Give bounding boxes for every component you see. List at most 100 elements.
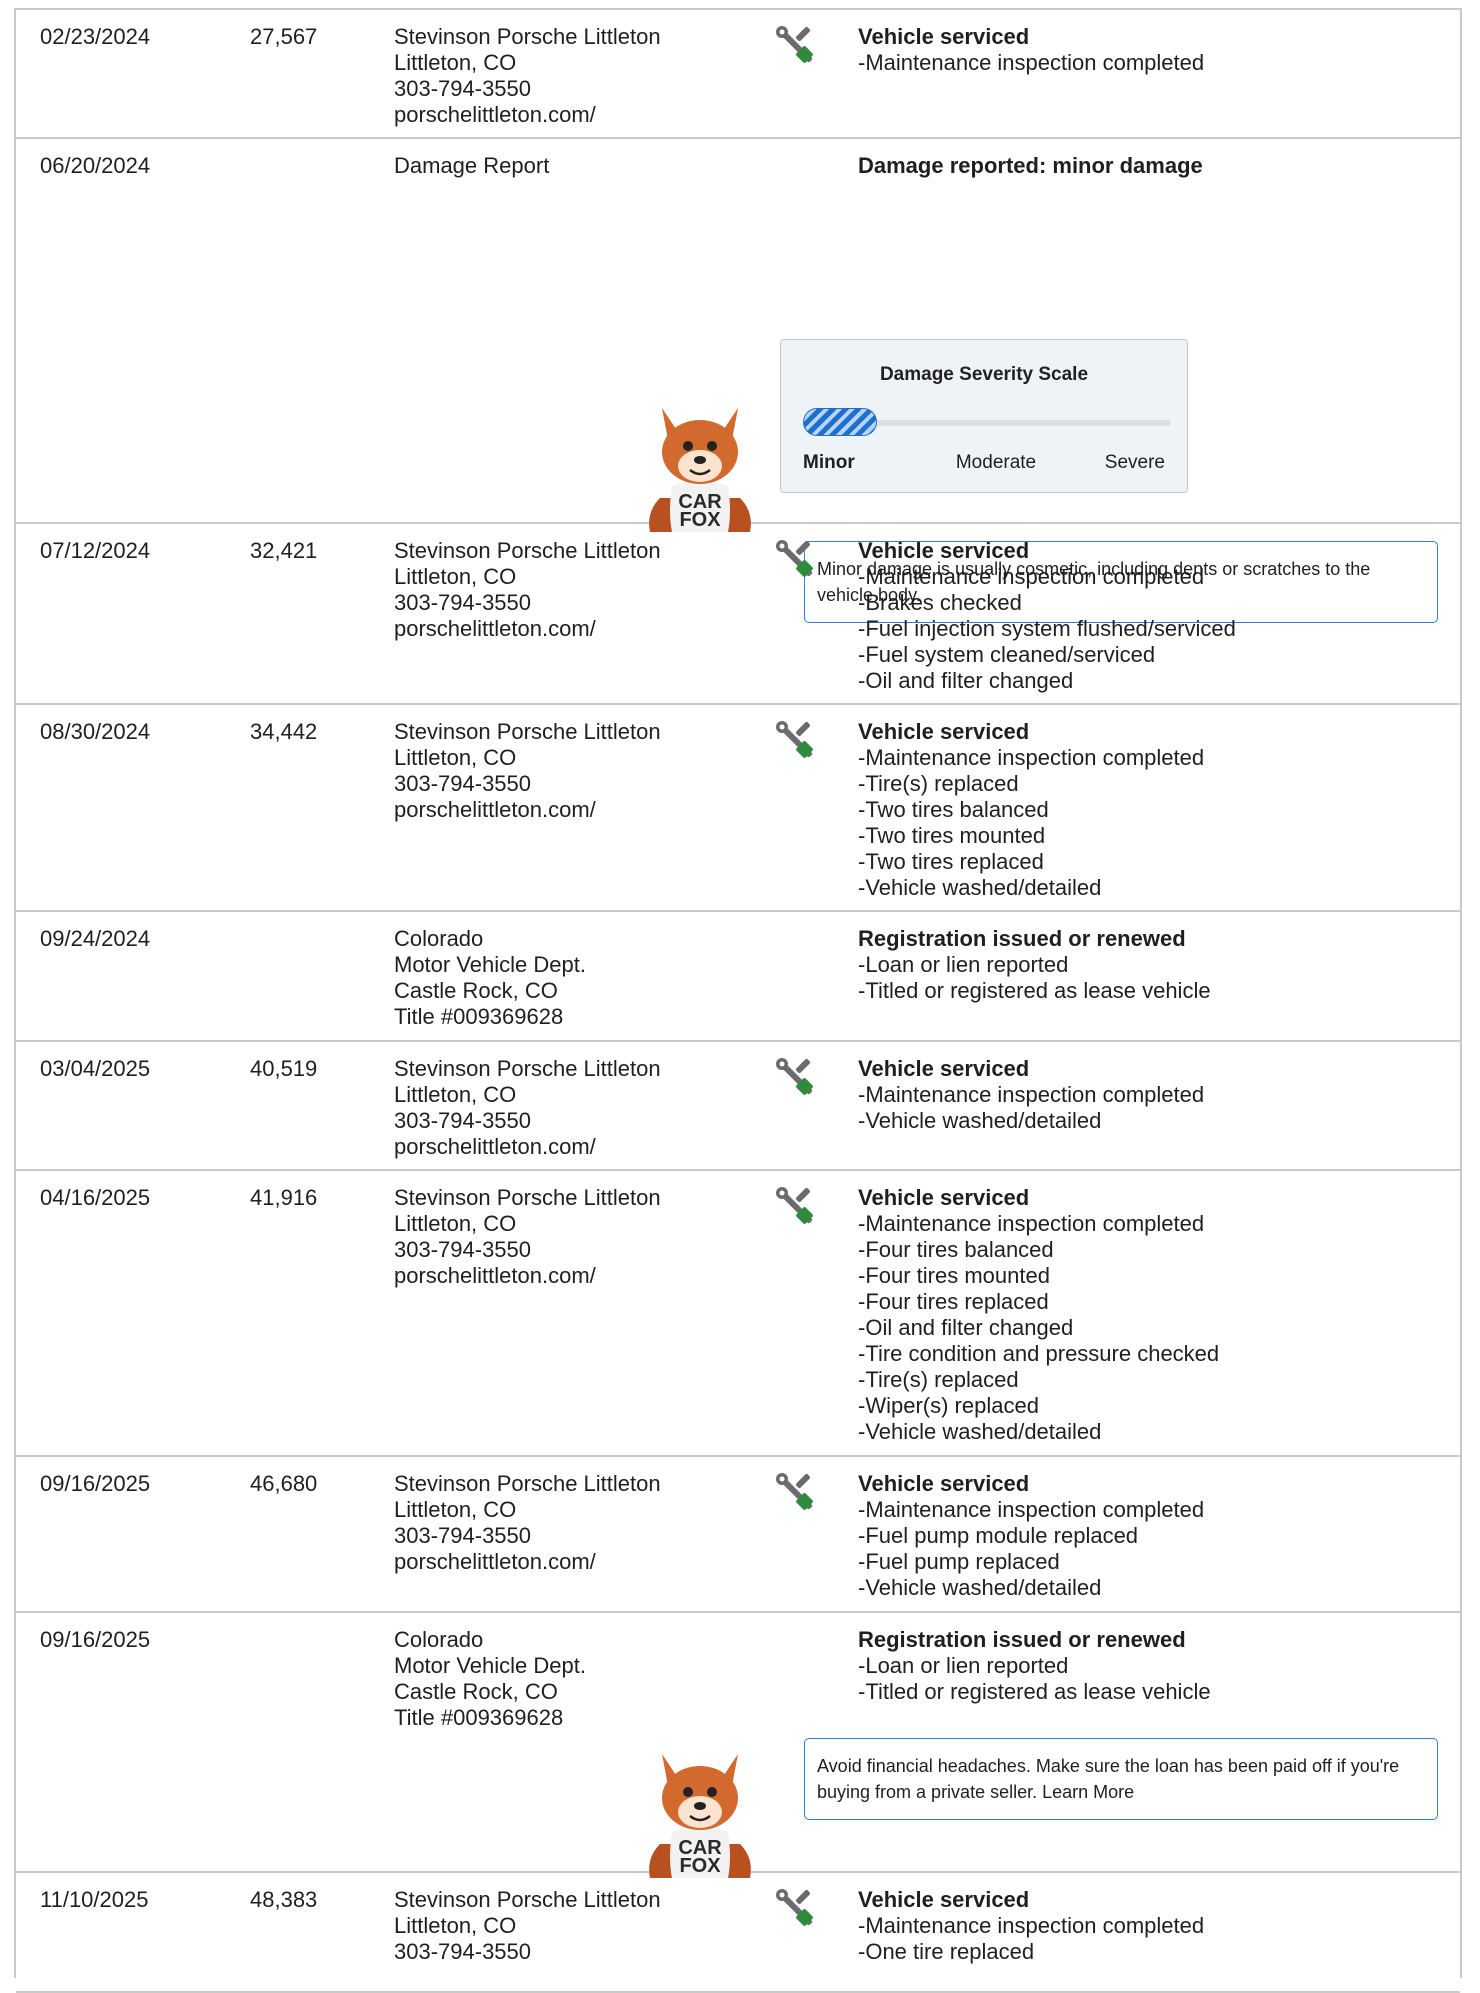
record-detail-item: Vehicle washed/detailed bbox=[858, 1419, 1219, 1445]
record-title: Damage reported: minor damage bbox=[858, 153, 1203, 178]
record-detail-item: Tire condition and pressure checked bbox=[858, 1341, 1219, 1367]
source-line: Title #009369628 bbox=[394, 1705, 564, 1730]
record-detail-item: Maintenance inspection completed bbox=[858, 1913, 1204, 1939]
carfox-mascot-icon: CAR FOX bbox=[649, 1754, 751, 1878]
record-date: 09/16/2025 bbox=[40, 1627, 151, 1652]
record-detail-item: Oil and filter changed bbox=[858, 1315, 1219, 1341]
record-details: Vehicle serviced Maintenance inspection … bbox=[858, 1185, 1219, 1445]
record-detail-item: Tire(s) replaced bbox=[858, 1367, 1219, 1393]
record-details: Registration issued or renewed Loan or l… bbox=[858, 1627, 1211, 1705]
source-line: Stevinson Porsche Littleton bbox=[394, 1471, 661, 1496]
source-link[interactable]: porschelittleton.com/ bbox=[394, 1263, 661, 1289]
service-tools-icon bbox=[776, 1889, 813, 1926]
record-detail-item: Oil and filter changed bbox=[858, 668, 1236, 694]
source-line: 303-794-3550 bbox=[394, 590, 532, 615]
record-detail-item: Fuel system cleaned/serviced bbox=[858, 642, 1236, 668]
record-detail-item: One tire replaced bbox=[858, 1939, 1204, 1965]
history-record: 04/16/2025 41,916 Stevinson Porsche Litt… bbox=[16, 1171, 1460, 1457]
record-detail-item: Fuel pump replaced bbox=[858, 1549, 1204, 1575]
record-date: 08/30/2024 bbox=[40, 719, 151, 744]
history-record: 03/04/2025 40,519 Stevinson Porsche Litt… bbox=[16, 1042, 1460, 1171]
source-line: Littleton, CO bbox=[394, 1913, 517, 1938]
source-line: 303-794-3550 bbox=[394, 1523, 532, 1548]
record-detail-item: Titled or registered as lease vehicle bbox=[858, 978, 1210, 1004]
record-detail-item: Vehicle washed/detailed bbox=[858, 1575, 1204, 1601]
record-odometer: 41,916 bbox=[250, 1185, 318, 1210]
source-line: Littleton, CO bbox=[394, 1082, 517, 1107]
record-odometer: 27,567 bbox=[250, 24, 318, 49]
source-line: Littleton, CO bbox=[394, 745, 517, 770]
record-detail-item: Maintenance inspection completed bbox=[858, 1211, 1219, 1237]
mascot-text-fox: FOX bbox=[679, 509, 721, 531]
tip-text[interactable]: Avoid financial headaches. Make sure the… bbox=[817, 1756, 1399, 1802]
source-link[interactable]: porschelittleton.com/ bbox=[394, 797, 661, 823]
record-detail-item: Loan or lien reported bbox=[858, 952, 1211, 978]
record-detail-item: Two tires balanced bbox=[858, 797, 1204, 823]
record-odometer: 40,519 bbox=[250, 1056, 318, 1081]
history-record: 09/24/2024 Colorado Motor Vehicle Dept. … bbox=[16, 912, 1460, 1042]
record-details: Vehicle serviced Maintenance inspection … bbox=[858, 1887, 1204, 1965]
source-line: Motor Vehicle Dept. bbox=[394, 952, 586, 977]
service-tools-icon bbox=[776, 1473, 813, 1510]
record-detail-item: Maintenance inspection completed bbox=[858, 1082, 1204, 1108]
history-record: 07/12/2024 32,421 Stevinson Porsche Litt… bbox=[16, 524, 1460, 705]
record-odometer: 34,442 bbox=[250, 719, 318, 744]
record-odometer: 46,680 bbox=[250, 1471, 318, 1496]
history-record: 02/23/2024 27,567 Stevinson Porsche Litt… bbox=[16, 10, 1460, 139]
source-line: 303-794-3550 bbox=[394, 1939, 532, 1964]
history-record: 08/30/2024 34,442 Stevinson Porsche Litt… bbox=[16, 705, 1460, 912]
source-line: Damage Report bbox=[394, 153, 550, 178]
source-link[interactable]: porschelittleton.com/ bbox=[394, 616, 661, 642]
source-line: Title #009369628 bbox=[394, 1004, 564, 1029]
mascot-text-fox: FOX bbox=[679, 1855, 721, 1877]
record-detail-item: Maintenance inspection completed bbox=[858, 1497, 1204, 1523]
source-line: Castle Rock, CO bbox=[394, 978, 558, 1003]
source-link[interactable]: porschelittleton.com/ bbox=[394, 102, 661, 128]
service-tools-icon bbox=[776, 26, 813, 63]
record-date: 11/10/2025 bbox=[40, 1887, 149, 1912]
record-date: 06/20/2024 bbox=[40, 153, 151, 178]
carfox-mascot-icon: CAR FOX bbox=[649, 408, 751, 532]
vehicle-history-table: 02/23/2024 27,567 Stevinson Porsche Litt… bbox=[14, 8, 1462, 1993]
source-line: Stevinson Porsche Littleton bbox=[394, 719, 661, 744]
record-detail-item: Maintenance inspection completed bbox=[858, 745, 1204, 771]
source-line: 303-794-3550 bbox=[394, 771, 532, 796]
source-line: Stevinson Porsche Littleton bbox=[394, 1887, 661, 1912]
source-line: Littleton, CO bbox=[394, 564, 517, 589]
record-detail-item: Vehicle washed/detailed bbox=[858, 875, 1204, 901]
source-link[interactable]: porschelittleton.com/ bbox=[394, 1134, 661, 1160]
scale-label-moderate: Moderate bbox=[955, 452, 1037, 473]
record-date: 07/12/2024 bbox=[40, 538, 151, 563]
record-detail-item: Fuel injection system flushed/serviced bbox=[858, 616, 1236, 642]
source-link[interactable]: porschelittleton.com/ bbox=[394, 1549, 661, 1575]
source-line: Colorado bbox=[394, 926, 484, 951]
source-line: Stevinson Porsche Littleton bbox=[394, 1056, 661, 1081]
record-source: Stevinson Porsche Littleton Littleton, C… bbox=[394, 538, 661, 642]
record-source: Stevinson Porsche Littleton Littleton, C… bbox=[394, 1185, 661, 1289]
record-title: Vehicle serviced bbox=[858, 24, 1030, 49]
source-line: 303-794-3550 bbox=[394, 1108, 532, 1133]
record-odometer: 48,383 bbox=[250, 1887, 318, 1912]
record-source: Colorado Motor Vehicle Dept. Castle Rock… bbox=[394, 1627, 586, 1731]
record-details: Vehicle serviced Maintenance inspection … bbox=[858, 1471, 1204, 1601]
record-detail-item: Loan or lien reported bbox=[858, 1653, 1211, 1679]
service-tools-icon bbox=[776, 1187, 813, 1224]
source-line: Colorado bbox=[394, 1627, 484, 1652]
record-date: 04/16/2025 bbox=[40, 1185, 151, 1210]
history-record: 09/16/2025 46,680 Stevinson Porsche Litt… bbox=[16, 1457, 1460, 1613]
record-source: Stevinson Porsche Littleton Littleton, C… bbox=[394, 1471, 661, 1575]
scale-label-severe: Severe bbox=[1104, 452, 1165, 473]
record-details: Damage reported: minor damage bbox=[858, 153, 1203, 179]
record-source: Stevinson Porsche Littleton Littleton, C… bbox=[394, 1887, 661, 1965]
record-details: Vehicle serviced Maintenance inspection … bbox=[858, 538, 1236, 694]
scale-label-minor: Minor bbox=[803, 452, 855, 473]
record-source: Damage Report bbox=[394, 153, 549, 179]
source-line: Littleton, CO bbox=[394, 1497, 517, 1522]
record-details: Vehicle serviced Maintenance inspection … bbox=[858, 1056, 1204, 1134]
scale-title: Damage Severity Scale bbox=[879, 364, 1089, 385]
record-source: Stevinson Porsche Littleton Littleton, C… bbox=[394, 24, 661, 128]
record-detail-item: Two tires replaced bbox=[858, 849, 1204, 875]
damage-severity-scale: Damage Severity Scale Minor Moderate Sev… bbox=[780, 339, 1188, 493]
source-line: Stevinson Porsche Littleton bbox=[394, 24, 661, 49]
record-source: Stevinson Porsche Littleton Littleton, C… bbox=[394, 719, 661, 823]
